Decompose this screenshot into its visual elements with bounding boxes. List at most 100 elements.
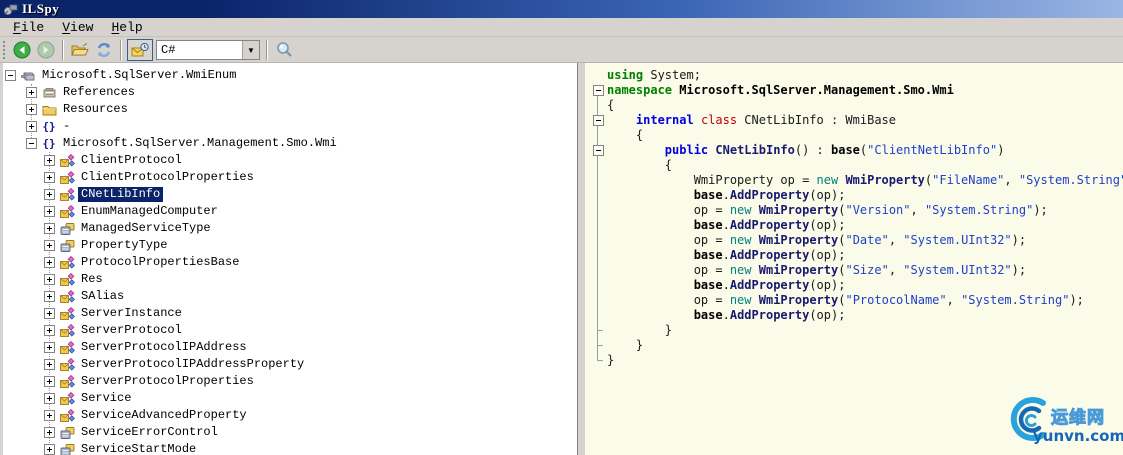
tree-node-salias[interactable]: SAlias	[3, 288, 577, 305]
forward-icon	[37, 41, 55, 59]
expand-icon[interactable]	[26, 104, 37, 115]
expand-icon[interactable]	[44, 359, 55, 370]
expand-icon[interactable]	[44, 189, 55, 200]
code-line: {	[589, 98, 1123, 113]
fold-margin	[589, 233, 607, 248]
toolbar-grip[interactable]	[3, 41, 6, 59]
fold-margin	[589, 308, 607, 323]
expand-icon[interactable]	[44, 155, 55, 166]
code-line: using System;	[589, 68, 1123, 83]
watermark-site-name: 运维网	[1051, 408, 1105, 429]
internal-members-icon	[131, 42, 149, 57]
fold-margin	[589, 248, 607, 263]
open-button[interactable]	[69, 39, 91, 61]
tree-node-serverprotocol[interactable]: ServerProtocol	[3, 322, 577, 339]
expand-icon[interactable]	[44, 376, 55, 387]
code-line: op = new WmiProperty("Date", "System.UIn…	[589, 233, 1123, 248]
expand-icon[interactable]	[44, 342, 55, 353]
tree-node-serverinstance[interactable]: ServerInstance	[3, 305, 577, 322]
code-line: base. AddProperty (op);	[589, 278, 1123, 293]
expand-icon[interactable]	[44, 206, 55, 217]
open-folder-icon	[70, 43, 89, 56]
code-line: op = new WmiProperty("ProtocolName", "Sy…	[589, 293, 1123, 308]
tree-node-label: ServiceAdvancedProperty	[81, 408, 247, 422]
code-line: }	[589, 353, 1123, 368]
tree-node-label: ServerProtocolIPAddressProperty	[81, 357, 305, 371]
expand-icon[interactable]	[44, 291, 55, 302]
assembly-tree[interactable]: Microsoft.SqlServer.WmiEnum References Res…	[3, 63, 578, 455]
tree-node-res[interactable]: Res	[3, 271, 577, 288]
tree-node-managedservicetype[interactable]: ManagedServiceType	[3, 220, 577, 237]
expand-icon[interactable]	[44, 240, 55, 251]
code-line: internal class CNetLibInfo : WmiBase	[589, 113, 1123, 128]
fold-margin	[589, 128, 607, 143]
expand-icon[interactable]	[44, 444, 55, 455]
expand-icon[interactable]	[44, 257, 55, 268]
expand-icon[interactable]	[26, 121, 37, 132]
tree-node-serviceadvancedproperty[interactable]: ServiceAdvancedProperty	[3, 407, 577, 424]
expand-icon[interactable]	[44, 172, 55, 183]
tree-node-protocolpropertiesbase[interactable]: ProtocolPropertiesBase	[3, 254, 577, 271]
class-icon	[59, 374, 75, 389]
tree-node-serverprotocolipaddress[interactable]: ServerProtocolIPAddress	[3, 339, 577, 356]
class-icon	[59, 289, 75, 304]
fold-margin	[589, 323, 607, 338]
expand-icon[interactable]	[44, 427, 55, 438]
window-title: ILSpy	[22, 1, 60, 16]
menu-view[interactable]: View	[53, 19, 102, 36]
expand-icon[interactable]	[44, 410, 55, 421]
fold-margin	[589, 293, 607, 308]
expand-icon[interactable]	[44, 223, 55, 234]
tree-node-enummanagedcomputer[interactable]: EnumManagedComputer	[3, 203, 577, 220]
tree-node-microsoft-sqlserver-wmienum[interactable]: Microsoft.SqlServer.WmiEnum	[3, 67, 577, 84]
tree-node-label: -	[63, 119, 71, 133]
expand-icon[interactable]	[44, 393, 55, 404]
tree-node-label: CNetLibInfo	[78, 187, 164, 202]
back-button[interactable]	[11, 39, 33, 61]
code-line: }	[589, 338, 1123, 353]
collapse-icon[interactable]	[5, 70, 16, 81]
fold-collapse-icon[interactable]	[589, 113, 607, 128]
tree-node-servicestartmode[interactable]: ServiceStartMode	[3, 441, 577, 455]
pane-splitter[interactable]	[578, 63, 585, 455]
chevron-down-icon[interactable]: ▼	[242, 41, 259, 59]
tree-node-label: ClientProtocol	[81, 153, 182, 167]
refresh-button[interactable]	[93, 39, 115, 61]
show-internal-toggle[interactable]	[127, 39, 153, 61]
tree-node-label: Microsoft.SqlServer.WmiEnum	[42, 68, 237, 82]
expand-icon[interactable]	[44, 325, 55, 336]
fold-collapse-icon[interactable]	[589, 143, 607, 158]
namespace-icon: {}	[42, 137, 56, 150]
tree-node-label: ServiceErrorControl	[81, 425, 218, 439]
tree-node-references[interactable]: References	[3, 84, 577, 101]
menu-help[interactable]: Help	[102, 19, 151, 36]
code-line: public CNetLibInfo() : base("ClientNetLi…	[589, 143, 1123, 158]
collapse-icon[interactable]	[26, 138, 37, 149]
expand-icon[interactable]	[44, 274, 55, 285]
decompiled-code-view[interactable]: using System; namespace Microsoft.SqlServ…	[585, 63, 1123, 455]
tree-node-serverprotocolproperties[interactable]: ServerProtocolProperties	[3, 373, 577, 390]
expand-icon[interactable]	[44, 308, 55, 319]
tree-node-service[interactable]: Service	[3, 390, 577, 407]
tree-node-serverprotocolipaddressproperty[interactable]: ServerProtocolIPAddressProperty	[3, 356, 577, 373]
tree-node-label: ServerProtocolIPAddress	[81, 340, 247, 354]
tree-node-label: Resources	[63, 102, 128, 116]
tree-node-microsoft-sqlserver-management-smo-wmi[interactable]: {} Microsoft.SqlServer.Management.Smo.Wmi	[3, 135, 577, 152]
tree-node--[interactable]: {} -	[3, 118, 577, 135]
fold-collapse-icon[interactable]	[589, 83, 607, 98]
language-select[interactable]: C# ▼	[156, 40, 260, 60]
tree-node-resources[interactable]: Resources	[3, 101, 577, 118]
expand-icon[interactable]	[26, 87, 37, 98]
search-button[interactable]	[273, 39, 295, 61]
tree-node-serviceerrorcontrol[interactable]: ServiceErrorControl	[3, 424, 577, 441]
tree-node-propertytype[interactable]: PropertyType	[3, 237, 577, 254]
forward-button[interactable]	[35, 39, 57, 61]
code-line: }	[589, 323, 1123, 338]
code-line: WmiProperty op = new WmiProperty("FileNa…	[589, 173, 1123, 188]
menu-file[interactable]: File	[4, 19, 53, 36]
tree-node-clientprotocolproperties[interactable]: ClientProtocolProperties	[3, 169, 577, 186]
tree-node-clientprotocol[interactable]: ClientProtocol	[3, 152, 577, 169]
titlebar: ILSpy	[0, 0, 1123, 18]
references-icon	[41, 85, 57, 100]
tree-node-cnetlibinfo[interactable]: CNetLibInfo	[3, 186, 577, 203]
